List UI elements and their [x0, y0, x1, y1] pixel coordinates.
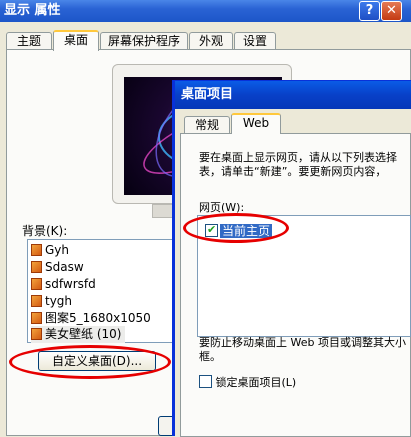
lock-desktop-items-row[interactable]: 锁定桌面项目(L) — [199, 375, 296, 391]
customize-desktop-button[interactable]: 自定义桌面(D)... — [38, 351, 156, 371]
tab-desktop[interactable]: 桌面 — [53, 30, 99, 51]
desktop-items-dialog: 桌面项目 常规 Web 要在桌面上显示网页，请从以下列表选择 表，请单击“新建”… — [172, 80, 411, 437]
image-file-icon — [31, 261, 42, 273]
close-button[interactable]: ✕ — [381, 1, 402, 21]
image-file-icon — [31, 328, 42, 340]
webpages-list[interactable]: 当前主页 — [197, 215, 411, 337]
tab-themes[interactable]: 主题 — [6, 32, 52, 50]
list-item[interactable]: 美女壁纸 (10) — [31, 326, 126, 343]
list-item[interactable]: tygh — [31, 293, 72, 310]
list-item[interactable]: Gyh — [31, 242, 69, 259]
image-file-icon — [31, 295, 42, 307]
image-file-icon — [31, 278, 42, 290]
window-title: 显示 属性 — [4, 3, 61, 18]
window-title-bar[interactable]: 显示 属性 — [0, 0, 411, 22]
image-file-icon — [31, 244, 42, 256]
list-item[interactable]: 图案5_1680x1050 — [31, 310, 151, 327]
webpage-checkbox[interactable] — [205, 222, 218, 238]
image-file-icon — [31, 312, 42, 324]
background-list[interactable]: Gyh Sdasw sdfwrsfd tygh 图案5_1680x1050 美女… — [27, 239, 173, 343]
background-label: 背景(K): — [22, 224, 68, 238]
intro-text-line-2: 表，请单击“新建”。要更新网页内容， — [199, 165, 387, 178]
webpage-item-current-home[interactable]: 当前主页 — [205, 222, 273, 239]
dialog-title: 桌面项目 — [181, 87, 234, 102]
lock-desktop-items-checkbox[interactable] — [199, 375, 212, 388]
webpages-label: 网页(W): — [199, 201, 245, 214]
dialog-title-bar[interactable]: 桌面项目 — [175, 81, 411, 109]
list-item[interactable]: Sdasw — [31, 259, 84, 276]
lock-desktop-items-label: 锁定桌面项目(L) — [215, 376, 297, 389]
tab-appearance[interactable]: 外观 — [189, 32, 233, 50]
webpage-item-label: 当前主页 — [220, 224, 273, 238]
tab-web[interactable]: Web — [231, 113, 281, 134]
help-button[interactable]: ? — [359, 1, 380, 21]
tab-general[interactable]: 常规 — [184, 116, 230, 134]
info-text-line-2: 框。 — [199, 350, 221, 363]
list-item[interactable]: sdfwrsfd — [31, 276, 96, 293]
info-text-line-1: 要防止移动桌面上 Web 项目或调整其大小 — [199, 336, 406, 349]
tab-screensaver[interactable]: 屏幕保护程序 — [100, 32, 188, 50]
tab-settings[interactable]: 设置 — [234, 32, 276, 50]
